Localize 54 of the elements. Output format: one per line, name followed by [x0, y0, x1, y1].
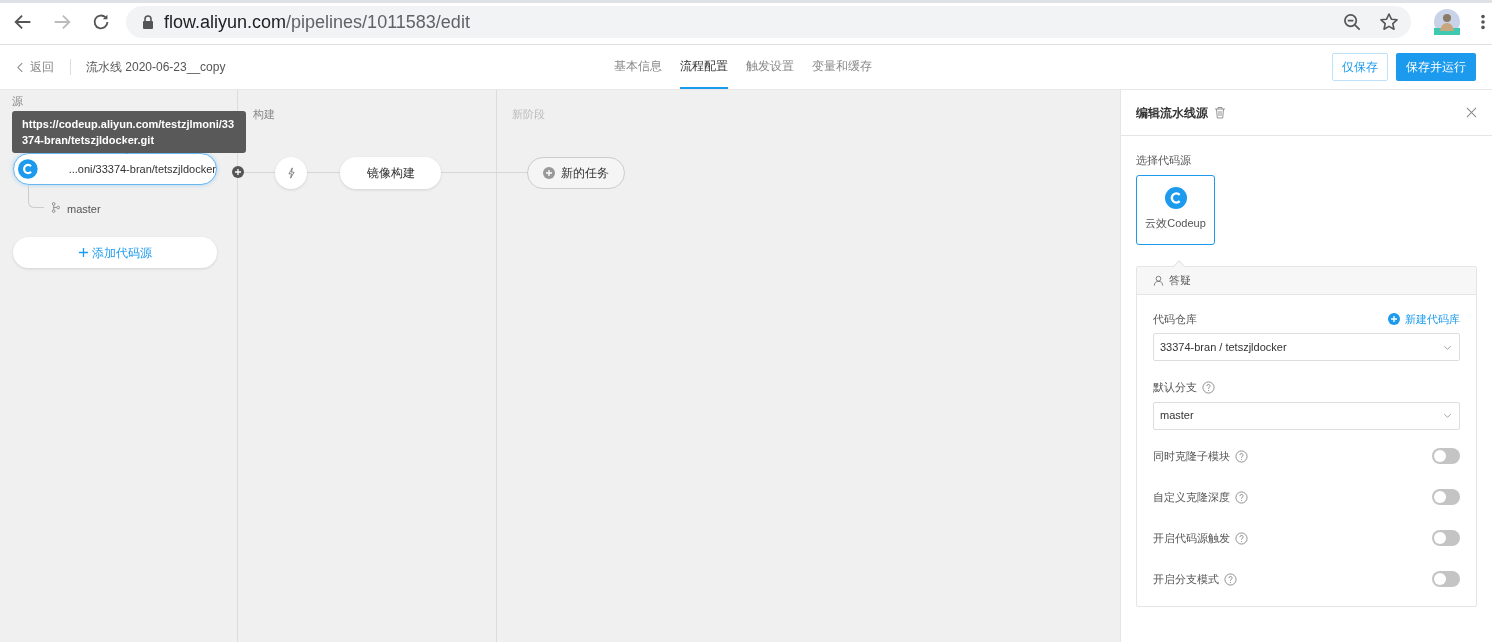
help-icon[interactable]	[1202, 380, 1215, 394]
toggle-switch[interactable]	[1432, 530, 1460, 546]
user-icon	[1153, 274, 1164, 286]
help-icon[interactable]	[1224, 572, 1237, 586]
plus-circle-icon	[543, 167, 555, 179]
help-icon[interactable]	[1235, 449, 1248, 463]
stage-title: 源	[11, 94, 24, 109]
bookmark-star-icon[interactable]	[1379, 12, 1399, 32]
menu-icon[interactable]	[1480, 13, 1486, 31]
tree-connector-line	[28, 186, 44, 208]
field-label: 默认分支	[1153, 380, 1197, 395]
stage-title: 构建	[252, 107, 276, 122]
url-tooltip: https://codeup.aliyun.com/testzjlmoni/33374-bran/tetszjldocker.git	[12, 111, 246, 153]
select-field[interactable]: master	[1153, 401, 1460, 430]
lock-icon	[142, 15, 154, 29]
avatar[interactable]	[1434, 9, 1460, 35]
tab[interactable]: 变量和缓存	[812, 45, 872, 89]
codeup-logo-icon	[1164, 187, 1187, 210]
back-link[interactable]: 返回	[17, 58, 54, 76]
toggle-switch[interactable]	[1432, 571, 1460, 587]
account-name: 答疑	[1169, 272, 1191, 288]
toggle-label: 同时克隆子模块	[1153, 448, 1230, 464]
toggle-label: 开启分支模式	[1153, 571, 1219, 587]
field-label: 选择代码源	[1136, 153, 1192, 168]
close-icon[interactable]	[1466, 107, 1477, 118]
toggle-label: 开启代码源触发	[1153, 530, 1230, 546]
codeup-logo-icon	[18, 157, 38, 181]
toggle-label: 自定义克隆深度	[1153, 489, 1230, 505]
tab[interactable]: 基本信息	[614, 45, 662, 89]
source-node[interactable]: ...oni/33374-bran/tetszjldocker	[13, 153, 217, 185]
add-stage-icon[interactable]	[232, 166, 244, 178]
select-field[interactable]: 33374-bran / tetszjldocker	[1153, 333, 1460, 361]
branch-name: master	[67, 202, 101, 217]
source-option[interactable]: 云效Codeup	[1136, 174, 1215, 245]
help-icon[interactable]	[1235, 531, 1248, 545]
lightning-icon	[286, 167, 296, 179]
pipeline-title: 流水线 2020-06-23__copy	[86, 59, 226, 76]
field-label: 代码仓库	[1153, 311, 1197, 327]
chevron-left-icon	[17, 61, 24, 73]
trigger-node[interactable]	[275, 157, 307, 189]
plus-icon	[78, 247, 89, 258]
trash-icon[interactable]	[1214, 106, 1226, 119]
tab[interactable]: 触发设置	[746, 45, 794, 89]
zoom-out-icon[interactable]	[1343, 12, 1362, 32]
panel-title: 编辑流水线源	[1136, 104, 1208, 122]
address-bar[interactable]: flow.aliyun.com/pipelines/1011583/edit	[126, 6, 1411, 38]
url-text[interactable]: flow.aliyun.com/pipelines/1011583/edit	[164, 8, 470, 36]
new-task-button[interactable]: 新的任务	[527, 157, 625, 189]
toggle-switch[interactable]	[1432, 448, 1460, 464]
branch-icon	[51, 202, 60, 213]
toggle-switch[interactable]	[1432, 489, 1460, 505]
plus-circle-icon	[1388, 312, 1400, 325]
job-node[interactable]: 镜像构建	[340, 157, 441, 189]
help-icon[interactable]	[1235, 490, 1248, 504]
